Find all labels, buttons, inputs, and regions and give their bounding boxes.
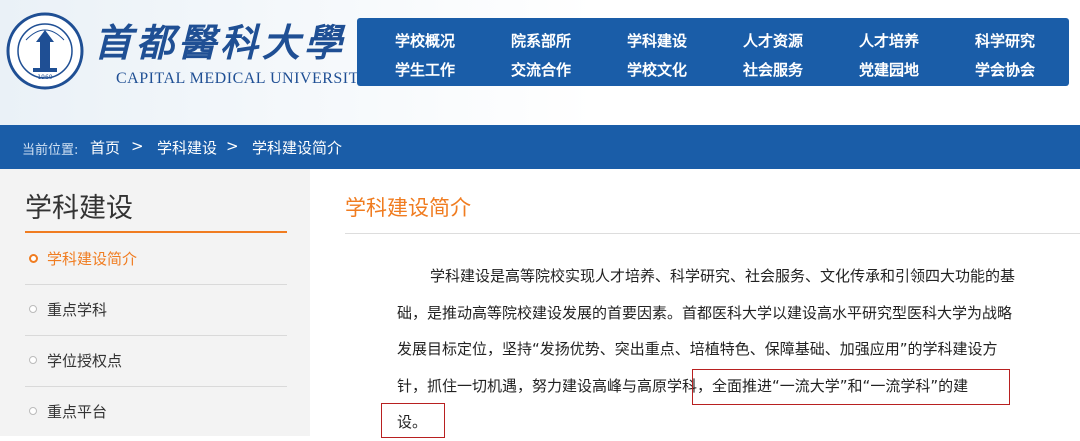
highlight-box <box>381 403 445 438</box>
site-header: 1960 首都醫科大學 CAPITAL MEDICAL UNIVERSITY 学… <box>0 0 1080 125</box>
sidebar-title: 学科建设 <box>25 193 133 224</box>
breadcrumb-label: 当前位置: <box>22 143 79 158</box>
bullet-icon <box>29 356 37 364</box>
breadcrumb-separator: > <box>131 137 144 155</box>
nav-item[interactable]: 社会服务 <box>725 59 821 80</box>
bullet-icon <box>29 305 37 313</box>
seal-year: 1960 <box>37 74 52 81</box>
sidebar-item-label: 学科建设简介 <box>47 250 138 268</box>
university-name-cn[interactable]: 首都醫科大學 <box>94 12 346 67</box>
breadcrumb-section-link[interactable]: 学科建设 <box>157 137 217 158</box>
breadcrumb: 当前位置: 首页 > 学科建设 > 学科建设简介 <box>0 125 1080 169</box>
divider <box>25 335 287 336</box>
nav-item[interactable]: 人才资源 <box>725 30 821 51</box>
divider <box>25 284 287 285</box>
page-title: 学科建设简介 <box>345 196 471 220</box>
article-line: 学科建设是高等院校实现人才培养、科学研究、社会服务、文化传承和引领四大功能的基 <box>397 258 1037 295</box>
sidebar-item-label: 学位授权点 <box>47 352 123 370</box>
sidebar-item-label: 重点学科 <box>47 301 108 319</box>
nav-item[interactable]: 人才培养 <box>841 30 937 51</box>
sidebar-item-label: 重点平台 <box>47 403 108 421</box>
breadcrumb-current[interactable]: 学科建设简介 <box>252 137 342 158</box>
breadcrumb-separator: > <box>226 137 239 155</box>
university-name-en[interactable]: CAPITAL MEDICAL UNIVERSITY <box>116 70 371 88</box>
nav-item[interactable]: 学科建设 <box>609 30 705 51</box>
nav-item[interactable]: 学会协会 <box>957 59 1053 80</box>
sidebar-item-key-disciplines[interactable]: 重点学科 <box>25 286 287 336</box>
article-line: 础，是推动高等院校建设发展的首要因素。首都医科大学以建设高水平研究型医科大学为战… <box>397 303 1013 322</box>
article-body: 学科建设是高等院校实现人才培养、科学研究、社会服务、文化传承和引领四大功能的基 … <box>397 258 1037 441</box>
sidebar-item-key-platforms[interactable]: 重点平台 <box>25 388 287 438</box>
nav-item[interactable]: 党建园地 <box>841 59 937 80</box>
title-divider <box>345 233 1080 234</box>
article-line: 发展目标定位，坚持“发扬优势、突出重点、培植特色、保障基础、加强应用”的学科建设… <box>397 340 998 358</box>
highlight-box <box>692 369 1010 405</box>
nav-item[interactable]: 交流合作 <box>493 59 589 80</box>
article-line-text: 学科建设是高等院校实现人才培养、科学研究、社会服务、文化传承和引领四大功能的基 <box>430 267 1016 285</box>
nav-item[interactable]: 学生工作 <box>377 59 473 80</box>
sidebar-item-intro[interactable]: 学科建设简介 <box>25 235 287 285</box>
nav-item[interactable]: 院系部所 <box>493 30 589 51</box>
bullet-icon <box>29 407 37 415</box>
sidebar-item-degree-programs[interactable]: 学位授权点 <box>25 337 287 387</box>
divider <box>25 386 287 387</box>
bullet-icon <box>29 254 38 263</box>
nav-item[interactable]: 科学研究 <box>957 30 1053 51</box>
nav-item[interactable]: 学校文化 <box>609 59 705 80</box>
university-seal-icon[interactable]: 1960 <box>6 12 84 90</box>
nav-item[interactable]: 学校概况 <box>377 30 473 51</box>
sidebar-title-underline <box>25 231 287 233</box>
article-line: 设。 <box>397 413 428 431</box>
main-nav: 学校概况 院系部所 学科建设 人才资源 人才培养 科学研究 学生工作 交流合作 … <box>357 18 1069 86</box>
breadcrumb-home-link[interactable]: 首页 <box>90 137 120 158</box>
